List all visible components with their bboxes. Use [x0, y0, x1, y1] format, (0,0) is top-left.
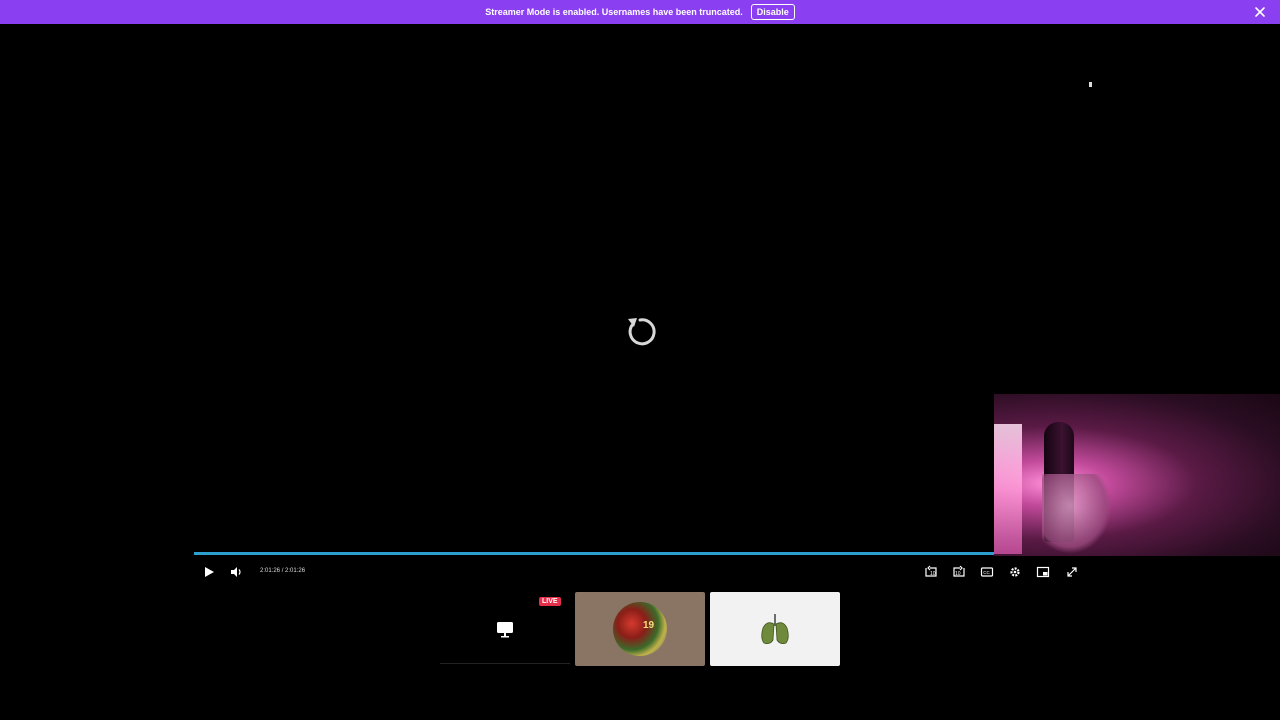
thumbnail-progress: [440, 663, 570, 664]
hand-shape: [1042, 474, 1112, 554]
jersey-number: 19: [643, 620, 655, 631]
fullscreen-exit-icon[interactable]: [1065, 565, 1079, 579]
current-time: 2:01:26: [260, 568, 281, 574]
avatar: 19: [613, 602, 667, 656]
play-icon[interactable]: [202, 565, 216, 579]
stream-thumbnail-lungs[interactable]: [710, 592, 840, 666]
captions-icon[interactable]: CC: [980, 565, 994, 579]
replay-icon[interactable]: [622, 314, 658, 350]
svg-text:10: 10: [955, 571, 961, 577]
settings-icon[interactable]: [1008, 565, 1022, 579]
mouse-cursor: [1089, 82, 1092, 87]
volume-icon[interactable]: [229, 565, 243, 579]
banner-message: Streamer Mode is enabled. Usernames have…: [485, 7, 743, 17]
duration: 2:01:26: [285, 568, 306, 574]
rewind-10-icon[interactable]: 10: [924, 565, 938, 579]
forward-10-icon[interactable]: 10: [952, 565, 966, 579]
time-display: 2:01:26 / 2:01:26: [260, 568, 305, 574]
streamer-mode-banner: Streamer Mode is enabled. Usernames have…: [0, 0, 1280, 24]
live-badge: LIVE: [539, 597, 561, 606]
disable-button[interactable]: Disable: [750, 4, 795, 20]
progress-bar[interactable]: [194, 552, 994, 555]
picture-in-picture-icon[interactable]: [1036, 565, 1050, 579]
time-separator: /: [281, 568, 284, 574]
screen-share-icon: [497, 622, 513, 638]
progress-fill: [194, 552, 994, 555]
lungs-icon: [761, 614, 789, 644]
webcam-overlay: [994, 394, 1280, 556]
svg-text:10: 10: [930, 571, 936, 577]
light-glow: [994, 424, 1022, 554]
stream-thumbnail-avatar[interactable]: 19: [575, 592, 705, 666]
app-root: Streamer Mode is enabled. Usernames have…: [0, 0, 1280, 720]
close-icon[interactable]: [1253, 5, 1267, 19]
svg-text:CC: CC: [983, 570, 990, 575]
